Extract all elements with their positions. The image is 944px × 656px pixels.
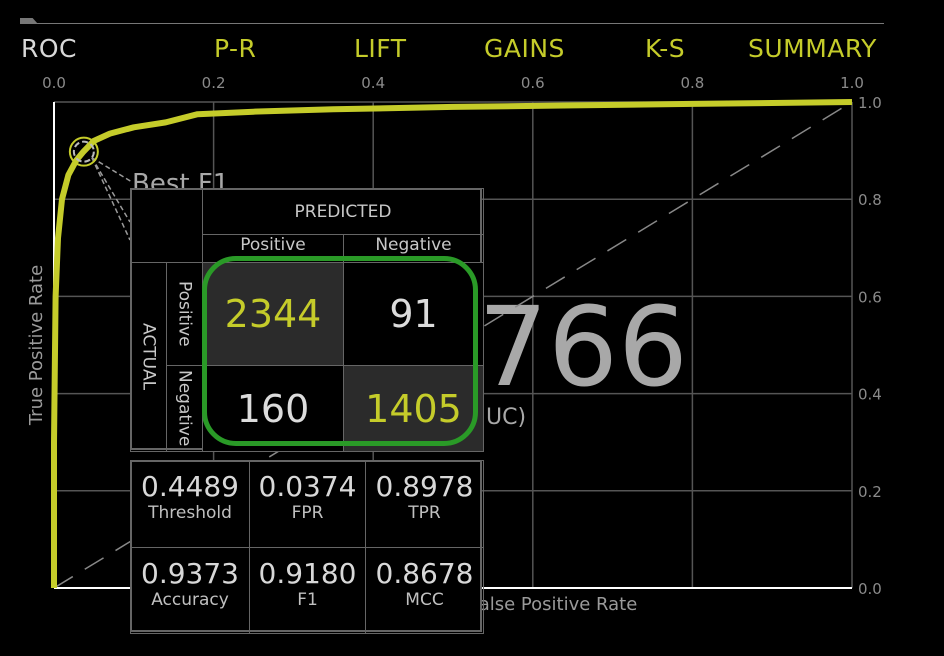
cm-true-negative: 1405 [343, 365, 484, 452]
cm-corner [130, 188, 203, 263]
row-label-positive: Positive [166, 262, 203, 366]
y-tick-label: 0.4 [858, 386, 882, 404]
metric-accuracy: 0.9373 Accuracy [130, 547, 250, 634]
x-tick-label: 0.2 [202, 74, 226, 92]
y-tick-labels: 0.0 0.2 0.4 0.6 0.8 1.0 [858, 94, 882, 598]
row-label-positive-text: Positive [174, 281, 195, 347]
metric-label: MCC [405, 590, 444, 610]
metrics-panel: 0.4489 Threshold 0.0374 FPR 0.8978 TPR 0… [130, 460, 484, 634]
cm-false-positive: 160 [202, 365, 344, 452]
x-tick-label: 0.0 [42, 74, 66, 92]
x-tick-labels: 0.0 0.2 0.4 0.6 0.8 1.0 [42, 74, 864, 92]
y-tick-label: 0.6 [858, 288, 882, 306]
y-tick-label: 0.8 [858, 191, 882, 209]
metric-tpr: 0.8978 TPR [365, 460, 484, 548]
y-axis-label: True Positive Rate [26, 265, 47, 426]
metric-value: 0.8978 [375, 470, 474, 503]
y-tick-label: 0.0 [858, 580, 882, 598]
annotation-leader-line [91, 157, 133, 183]
y-tick-label: 0.2 [858, 483, 882, 501]
actual-label: ACTUAL [138, 323, 159, 391]
row-label-negative-text: Negative [174, 370, 195, 447]
metric-mcc: 0.8678 MCC [365, 547, 484, 634]
auc-caption: UC) [486, 405, 526, 430]
actual-header: ACTUAL [130, 262, 167, 452]
row-label-negative: Negative [166, 365, 203, 452]
col-label-negative: Negative [343, 234, 484, 263]
confusion-matrix: PREDICTED Positive Negative ACTUAL Posit… [130, 188, 484, 452]
metric-value: 0.4489 [141, 470, 239, 503]
col-label-positive: Positive [202, 234, 344, 263]
metric-label: TPR [408, 503, 441, 523]
metric-label: Threshold [148, 503, 232, 523]
cm-true-positive: 2344 [202, 262, 344, 366]
cm-false-negative: 91 [343, 262, 484, 366]
metric-value: 0.0374 [258, 470, 357, 503]
metric-value: 0.8678 [375, 557, 474, 590]
annotation-leader-line [91, 157, 131, 223]
metric-f1: 0.9180 F1 [249, 547, 366, 634]
metric-value: 0.9180 [258, 557, 357, 590]
x-tick-label: 0.6 [521, 74, 545, 92]
predicted-header: PREDICTED [202, 188, 484, 235]
y-tick-label: 1.0 [858, 94, 882, 112]
x-tick-label: 0.8 [680, 74, 704, 92]
x-tick-label: 0.4 [361, 74, 385, 92]
x-axis-label: False Positive Rate [470, 594, 637, 615]
metric-fpr: 0.0374 FPR [249, 460, 366, 548]
metric-threshold: 0.4489 Threshold [130, 460, 250, 548]
auc-value: 766 [478, 283, 688, 411]
metric-label: F1 [297, 590, 318, 610]
metric-value: 0.9373 [141, 557, 239, 590]
metric-label: FPR [291, 503, 324, 523]
metric-label: Accuracy [151, 590, 229, 610]
x-tick-label: 1.0 [840, 74, 864, 92]
